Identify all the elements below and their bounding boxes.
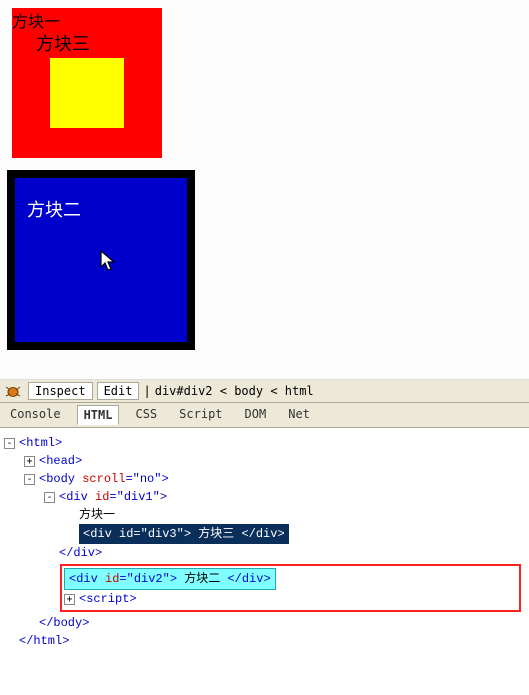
box-one-label: 方块一 <box>12 14 60 31</box>
tag-close-bracket: > <box>161 472 168 486</box>
devtools-toolbar: Inspect Edit | div#div2 < body < html <box>0 380 529 403</box>
breadcrumb[interactable]: div#div2 < body < html <box>155 384 314 398</box>
tag-div2-close: </div> <box>227 572 270 586</box>
box-three[interactable] <box>50 58 124 128</box>
tag-html-end: </html> <box>19 632 69 650</box>
equals: = <box>125 472 132 486</box>
tag-head: <head> <box>39 452 82 470</box>
box-two-label: 方块二 <box>27 200 81 220</box>
tree-text-div1[interactable]: 方块一 <box>4 506 527 524</box>
tag-close-bracket: > <box>184 527 191 541</box>
tag-close-bracket: > <box>170 572 177 586</box>
inspect-button[interactable]: Inspect <box>28 382 93 400</box>
toolbar-separator: | <box>143 384 150 398</box>
tree-node-div3[interactable]: <div id="div3"> 方块三 </div> <box>4 524 527 544</box>
tree-node-head[interactable]: + <head> <box>4 452 527 470</box>
equals: = <box>109 490 116 504</box>
equals: = <box>119 572 126 586</box>
row-highlight-navy: <div id="div3"> 方块三 </div> <box>79 524 289 544</box>
tree-node-div1[interactable]: - <div id="div1"> <box>4 488 527 506</box>
tag-body-end: </body> <box>39 614 89 632</box>
devtools-tabs: Console HTML CSS Script DOM Net <box>0 403 529 428</box>
attr-id-name: id <box>95 490 109 504</box>
tree-node-div1-end[interactable]: </div> <box>4 544 527 562</box>
expander-icon[interactable]: - <box>4 438 15 449</box>
edit-button[interactable]: Edit <box>97 382 140 400</box>
equals: = <box>133 527 140 541</box>
tab-html[interactable]: HTML <box>77 405 120 425</box>
selection-highlight: <div id="div2"> 方块二 </div> + <script> <box>60 564 521 612</box>
tag-html-open: <html> <box>19 434 62 452</box>
row-highlight-cyan: <div id="div2"> 方块二 </div> <box>64 568 276 590</box>
expander-icon[interactable]: + <box>24 456 35 467</box>
expander-icon[interactable]: + <box>64 594 75 605</box>
expander-icon[interactable]: - <box>24 474 35 485</box>
tab-css[interactable]: CSS <box>129 405 163 425</box>
attr-div1-val: "div1" <box>117 490 160 504</box>
tag-div3-open: <div <box>83 527 119 541</box>
tree-node-div2[interactable]: <div id="div2"> 方块二 </div> <box>64 568 517 590</box>
devtools-panel: Inspect Edit | div#div2 < body < html Co… <box>0 380 529 656</box>
attr-div3-val: "div3" <box>141 527 184 541</box>
tree-node-body-end[interactable]: </body> <box>4 614 527 632</box>
expander-icon[interactable]: - <box>44 492 55 503</box>
tree-node-html-end[interactable]: </html> <box>4 632 527 650</box>
tab-dom[interactable]: DOM <box>239 405 273 425</box>
tag-div1-end: </div> <box>59 544 102 562</box>
firebug-icon[interactable] <box>4 383 22 399</box>
tree-node-html[interactable]: - <html> <box>4 434 527 452</box>
attr-div2-val: "div2" <box>127 572 170 586</box>
tab-script[interactable]: Script <box>173 405 228 425</box>
tag-body-open: <body <box>39 472 82 486</box>
text-fangkuai1: 方块一 <box>79 506 115 524</box>
attr-id-name: id <box>119 527 133 541</box>
tag-div1-open: <div <box>59 490 95 504</box>
page-preview: 方块一 方块三 方块二 <box>0 0 529 380</box>
box-three-label: 方块三 <box>36 30 90 56</box>
tab-console[interactable]: Console <box>4 405 67 425</box>
tag-div2-open: <div <box>69 572 105 586</box>
tag-div3-close: </div> <box>241 527 284 541</box>
tree-node-script[interactable]: + <script> <box>64 590 517 608</box>
tag-script: <script> <box>79 590 137 608</box>
html-tree[interactable]: - <html> + <head> - <body scroll="no"> -… <box>0 428 529 656</box>
box-one[interactable]: 方块一 方块三 <box>12 8 162 158</box>
tab-net[interactable]: Net <box>282 405 316 425</box>
tag-close-bracket: > <box>160 490 167 504</box>
text-fangkuai3: 方块三 <box>191 527 241 541</box>
text-fangkuai2: 方块二 <box>177 572 227 586</box>
tree-node-body[interactable]: - <body scroll="no"> <box>4 470 527 488</box>
box-two[interactable]: 方块二 <box>7 170 195 350</box>
attr-scroll-val: "no" <box>133 472 162 486</box>
attr-id-name: id <box>105 572 119 586</box>
attr-scroll-name: scroll <box>82 472 125 486</box>
